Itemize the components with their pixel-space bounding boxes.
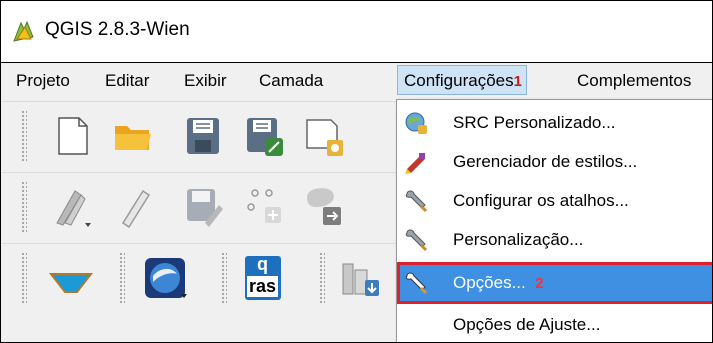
google-earth-icon[interactable]: [141, 254, 189, 302]
menu-projeto[interactable]: Projeto: [16, 71, 70, 91]
menu-item-label: SRC Personalizado...: [453, 113, 616, 132]
save-edits-icon[interactable]: [179, 183, 227, 231]
save-project-icon[interactable]: [179, 112, 227, 160]
menu-exibir[interactable]: Exibir: [184, 71, 227, 91]
move-feature-icon[interactable]: [301, 183, 349, 231]
save-as-icon[interactable]: [241, 112, 289, 160]
toolbar-grip[interactable]: [221, 252, 227, 304]
globe-crs-icon: [405, 112, 427, 134]
menu-complementos[interactable]: Complementos: [577, 71, 691, 91]
plugins-toolbar: q ras: [1, 243, 401, 314]
build-plugin-icon[interactable]: [335, 254, 383, 302]
toggle-editing-icon[interactable]: [111, 183, 159, 231]
menu-item-gerenciador-de-estilos[interactable]: Gerenciador de estilos...: [397, 143, 712, 181]
qras-label-top: q: [257, 254, 268, 274]
menu-item-label: Opções... 2: [453, 273, 544, 293]
water-level-icon[interactable]: [47, 254, 95, 302]
new-project-icon[interactable]: [49, 112, 97, 160]
window-title: QGIS 2.8.3-Wien: [45, 19, 190, 40]
qgis-window: QGIS 2.8.3-Wien Projeto Editar Exibir Ca…: [0, 0, 713, 343]
configuracoes-dropdown: SRC Personalizado... Gerenciador de esti…: [396, 99, 712, 342]
menu-item-opcoes-de-ajuste[interactable]: Opções de Ajuste...: [397, 306, 712, 342]
toolbar-grip[interactable]: [319, 252, 325, 304]
title-bar: QGIS 2.8.3-Wien: [1, 1, 712, 63]
qgis-logo-icon: [13, 20, 34, 42]
digitize-icon[interactable]: [47, 183, 95, 231]
menu-item-personalizacao[interactable]: Personalização...: [397, 221, 712, 259]
digitizing-toolbar: [1, 172, 401, 243]
new-print-composer-icon[interactable]: [301, 112, 349, 160]
menu-item-opcoes[interactable]: Opções... 2: [397, 262, 712, 304]
add-feature-icon[interactable]: [241, 183, 289, 231]
wrench-icon: [405, 229, 428, 252]
wrench-icon: [405, 190, 428, 213]
callout-number-2: 2: [535, 275, 544, 292]
menu-item-opcoes-label: Opções...: [453, 273, 526, 292]
wrench-icon: [405, 272, 428, 295]
menu-bar: Projeto Editar Exibir Camada Configuraçõ…: [1, 63, 712, 101]
menu-item-label: Personalização...: [453, 230, 584, 249]
menu-configuracoes-label: Configurações: [404, 71, 514, 90]
menu-item-src-personalizado[interactable]: SRC Personalizado...: [397, 104, 712, 142]
qras-label-bottom: ras: [247, 276, 279, 297]
qras-icon[interactable]: q ras: [237, 254, 285, 302]
open-project-icon[interactable]: [109, 112, 157, 160]
menu-item-label: Configurar os atalhos...: [453, 191, 629, 210]
toolbar-grip[interactable]: [21, 110, 27, 162]
toolbar-grip[interactable]: [21, 252, 27, 304]
menu-item-label: Opções de Ajuste...: [453, 315, 601, 334]
menu-item-configurar-atalhos[interactable]: Configurar os atalhos...: [397, 182, 712, 220]
menu-configuracoes[interactable]: Configurações1: [397, 65, 527, 95]
menu-editar[interactable]: Editar: [105, 71, 149, 91]
callout-number-1: 1: [513, 73, 522, 90]
toolbar-grip[interactable]: [119, 252, 125, 304]
toolbar-grip[interactable]: [21, 181, 27, 233]
file-toolbar: [1, 101, 401, 172]
style-manager-icon: [405, 153, 425, 174]
menu-camada[interactable]: Camada: [259, 71, 323, 91]
menu-item-label: Gerenciador de estilos...: [453, 152, 638, 171]
